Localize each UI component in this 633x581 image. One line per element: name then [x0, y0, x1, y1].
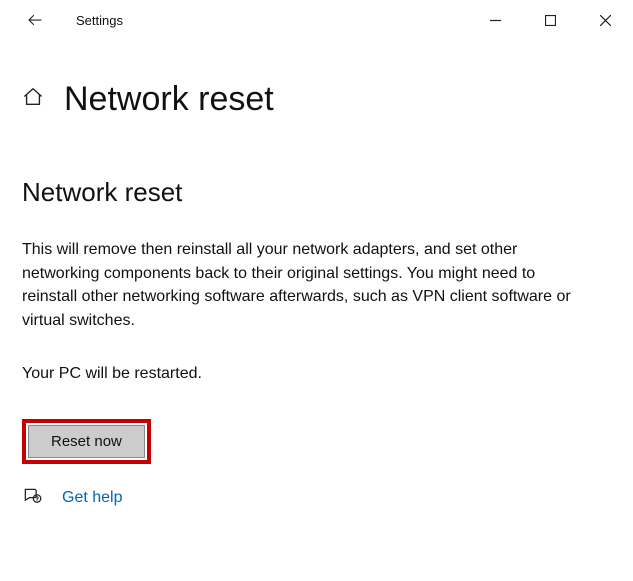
page-header: Network reset — [0, 40, 633, 119]
home-icon[interactable] — [22, 86, 44, 113]
window-controls — [468, 0, 633, 40]
reset-now-button[interactable]: Reset now — [28, 425, 145, 458]
section-heading: Network reset — [22, 177, 611, 208]
maximize-button[interactable] — [523, 0, 578, 40]
page-title: Network reset — [64, 80, 274, 119]
minimize-button[interactable] — [468, 0, 523, 40]
titlebar: Settings — [0, 0, 633, 40]
reset-button-highlight: Reset now — [22, 419, 151, 464]
restart-note: Your PC will be restarted. — [22, 365, 611, 383]
description-text: This will remove then reinstall all your… — [22, 238, 582, 333]
minimize-icon — [490, 15, 501, 26]
close-icon — [600, 15, 611, 26]
content-area: Network reset This will remove then rein… — [0, 119, 633, 511]
back-button[interactable] — [20, 11, 50, 29]
maximize-icon — [545, 15, 556, 26]
app-title: Settings — [76, 13, 123, 28]
help-row: Get help — [22, 486, 611, 511]
help-chat-icon — [22, 486, 42, 511]
get-help-link[interactable]: Get help — [62, 489, 122, 507]
arrow-left-icon — [26, 11, 44, 29]
close-button[interactable] — [578, 0, 633, 40]
